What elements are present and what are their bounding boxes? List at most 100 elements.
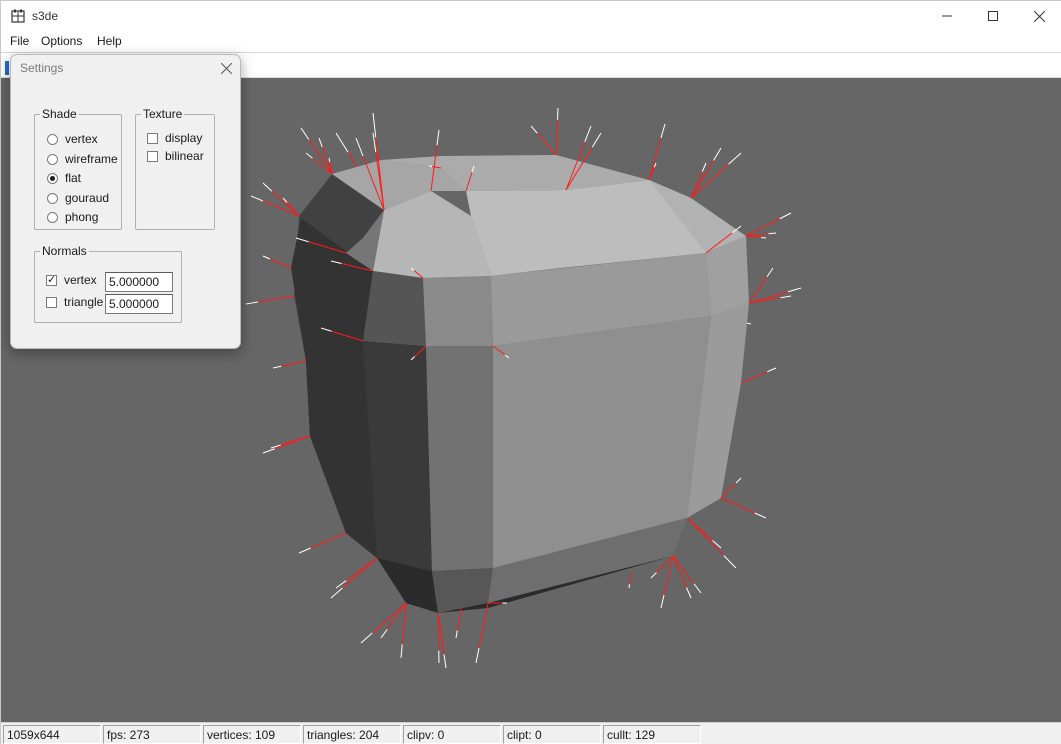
normal-tip	[245, 301, 259, 305]
shade-option-label: gouraud	[65, 191, 110, 205]
normal-line	[690, 171, 703, 199]
normals-vertex-checkbox[interactable]	[46, 273, 57, 286]
normals-triangle-option[interactable]: triangle	[46, 295, 103, 309]
maximize-button[interactable]	[970, 1, 1016, 31]
radio-wireframe[interactable]	[47, 153, 58, 165]
shade-option-label: flat	[65, 171, 82, 185]
status-triangles: triangles: 204	[303, 725, 401, 744]
normal-line	[686, 517, 725, 556]
app-icon	[11, 9, 25, 23]
normal-line	[281, 360, 307, 367]
normals-triangle-checkbox[interactable]	[46, 296, 57, 308]
normal-tip	[380, 628, 388, 639]
status-vertices: vertices: 109	[203, 725, 301, 744]
normal-tip	[660, 594, 665, 609]
normal-tip	[250, 195, 264, 202]
shade-option-phong[interactable]: phong	[47, 210, 98, 224]
normal-tip	[400, 644, 403, 659]
normal-tip	[628, 584, 630, 589]
texture-bilinear-label: bilinear	[165, 149, 204, 163]
normal-tip	[713, 147, 722, 161]
shade-option-wireframe[interactable]: wireframe	[47, 152, 118, 166]
normal-tip	[728, 152, 742, 165]
close-button[interactable]	[1016, 1, 1061, 31]
shade-option-vertex[interactable]: vertex	[47, 132, 98, 146]
status-clipt: clipt: 0	[503, 725, 601, 744]
texture-group: Texture display bilinear	[135, 107, 215, 230]
window-title: s3de	[32, 9, 59, 23]
normal-tip	[330, 587, 343, 599]
normal-tip	[262, 448, 275, 454]
close-icon	[1033, 10, 1045, 22]
menu-help[interactable]: Help	[97, 34, 122, 48]
menu-options[interactable]: Options	[41, 34, 82, 48]
normal-tip	[443, 654, 447, 669]
normal-line	[478, 602, 489, 649]
mesh-face	[426, 346, 493, 571]
minimize-button[interactable]	[924, 1, 970, 31]
minimize-icon	[942, 15, 952, 17]
normal-line	[456, 607, 462, 631]
normal-tip	[766, 267, 774, 278]
radio-flat[interactable]	[47, 172, 58, 184]
radio-gouraud[interactable]	[47, 192, 58, 204]
menu-file[interactable]: File	[10, 34, 29, 48]
normal-line	[269, 258, 292, 269]
normal-tip	[318, 137, 323, 148]
normal-line	[401, 602, 407, 645]
normal-tip	[355, 137, 364, 157]
status-clipv: clipv: 0	[403, 725, 501, 744]
radio-vertex[interactable]	[47, 133, 58, 145]
normal-line	[740, 371, 768, 384]
normal-tip	[760, 237, 767, 239]
normal-tip	[712, 540, 722, 549]
shade-option-label: vertex	[65, 132, 98, 146]
settings-close-button[interactable]	[217, 59, 235, 77]
app-window: s3de File Options Help 1059x644 fps: 273…	[0, 0, 1061, 744]
normal-tip	[335, 132, 349, 153]
normal-line	[257, 295, 295, 303]
mesh-model[interactable]	[291, 155, 749, 613]
normal-tip	[530, 125, 538, 134]
texture-bilinear-option[interactable]: bilinear	[147, 149, 204, 163]
normal-line	[648, 137, 662, 181]
status-fps: fps: 273	[103, 725, 201, 744]
mesh-face	[423, 276, 493, 346]
normals-triangle-length-input[interactable]	[105, 294, 173, 314]
normal-line	[690, 160, 714, 199]
normal-tip	[686, 587, 692, 599]
normal-tip	[272, 365, 282, 369]
normal-tip	[262, 255, 271, 260]
normal-line	[371, 602, 407, 634]
normals-vertex-option[interactable]: vertex	[46, 273, 97, 287]
normal-tip	[591, 132, 602, 148]
normal-line	[720, 497, 755, 514]
texture-display-checkbox[interactable]	[147, 132, 158, 144]
normal-line	[271, 190, 300, 217]
normal-tip	[779, 212, 792, 220]
shade-option-label: wireframe	[65, 152, 118, 166]
normal-tip	[428, 165, 433, 167]
normal-tip	[436, 129, 440, 146]
normals-vertex-length-input[interactable]	[105, 272, 173, 292]
normal-line	[274, 435, 311, 450]
status-bar: 1059x644 fps: 273 vertices: 109 triangle…	[1, 722, 1061, 744]
normal-tip	[298, 547, 311, 554]
title-bar[interactable]: s3de	[1, 1, 1061, 31]
shade-option-flat[interactable]: flat	[47, 171, 81, 185]
normal-tip	[584, 125, 592, 143]
normal-line	[555, 119, 558, 156]
texture-bilinear-checkbox[interactable]	[147, 150, 158, 162]
normal-line	[342, 557, 378, 589]
normals-vertex-label: vertex	[64, 273, 97, 287]
normal-tip	[262, 182, 273, 192]
shade-option-gouraud[interactable]: gouraud	[47, 191, 109, 205]
normal-line	[536, 132, 557, 156]
normal-tip	[455, 630, 458, 639]
texture-display-option[interactable]: display	[147, 131, 202, 145]
shade-option-label: phong	[65, 210, 99, 224]
normal-tip	[660, 123, 666, 139]
radio-phong[interactable]	[47, 211, 58, 223]
normals-legend: Normals	[42, 244, 87, 258]
settings-dialog[interactable]: Settings Shade vertex wireframe flat gou…	[10, 54, 241, 349]
